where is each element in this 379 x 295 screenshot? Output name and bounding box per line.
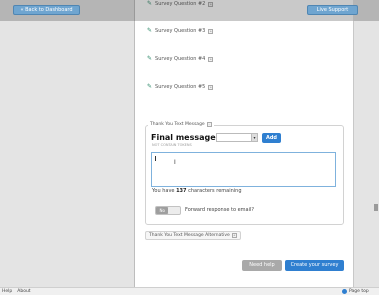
page-top-label: Page top [349,289,369,294]
survey-question-3-row[interactable]: ✎ Survey Question #3 + [147,27,214,35]
footer-links: Help About [2,289,31,294]
pencil-icon: ✎ [147,83,153,90]
chevron-down-icon: ▾ [251,134,257,141]
characters-remaining: You have 137 characters remaining [152,188,242,194]
toggle-knob [168,207,180,214]
text-caret [155,156,156,161]
survey-question-5-row[interactable]: ✎ Survey Question #5 + [147,83,214,91]
forward-email-toggle[interactable]: No [155,206,181,215]
toggle-off-label: No [156,207,169,214]
pencil-icon: ✎ [147,55,153,62]
survey-question-label: Survey Question #4 [155,56,206,62]
final-message-textarea[interactable]: I [151,152,336,187]
survey-question-label: Survey Question #3 [155,28,206,34]
expand-toggle[interactable]: + [208,28,214,34]
survey-question-4-row[interactable]: ✎ Survey Question #4 + [147,55,214,63]
scrollbar-thumb[interactable] [374,204,378,211]
ibeam-cursor-icon: I [174,159,176,166]
live-support-button[interactable]: Live Support [307,5,358,15]
thank-you-tab[interactable]: Thank You Text Message – [148,120,214,128]
about-link[interactable]: About [17,289,30,294]
forward-email-label: Forward response to email? [185,207,255,213]
globe-icon [342,289,347,294]
create-survey-button[interactable]: Create your survey [285,260,344,271]
token-select[interactable]: ▾ [216,133,258,142]
remaining-prefix: You have [152,188,175,194]
need-help-button[interactable]: Need help [242,260,282,271]
thank-you-alternative-tab[interactable]: Thank You Text Message Alternative + [145,231,241,240]
remaining-suffix: characters remaining [188,188,242,194]
right-sidebar [353,21,379,287]
expand-toggle[interactable]: + [208,56,214,62]
divider [134,0,135,287]
survey-question-label: Survey Question #5 [155,84,206,90]
expand-toggle[interactable]: + [231,233,237,238]
back-to-dashboard-button[interactable]: « Back to Dashboard [13,5,80,15]
pencil-icon: ✎ [147,27,153,34]
expand-toggle[interactable]: + [208,84,214,90]
remaining-count: 137 [176,188,187,194]
final-message-subtitle: NOT CONTAIN TOKENS [152,143,192,147]
page-top-link[interactable]: Page top [342,289,369,294]
left-sidebar [0,21,134,287]
help-link[interactable]: Help [2,289,12,294]
collapse-toggle[interactable]: – [206,121,212,127]
add-button[interactable]: Add [262,133,281,143]
footer-bar: Help About Page top [0,287,379,295]
thank-you-tab-label: Thank You Text Message [150,121,205,127]
alternative-tab-label: Thank You Text Message Alternative [149,233,230,238]
final-message-title: Final message [151,133,216,142]
